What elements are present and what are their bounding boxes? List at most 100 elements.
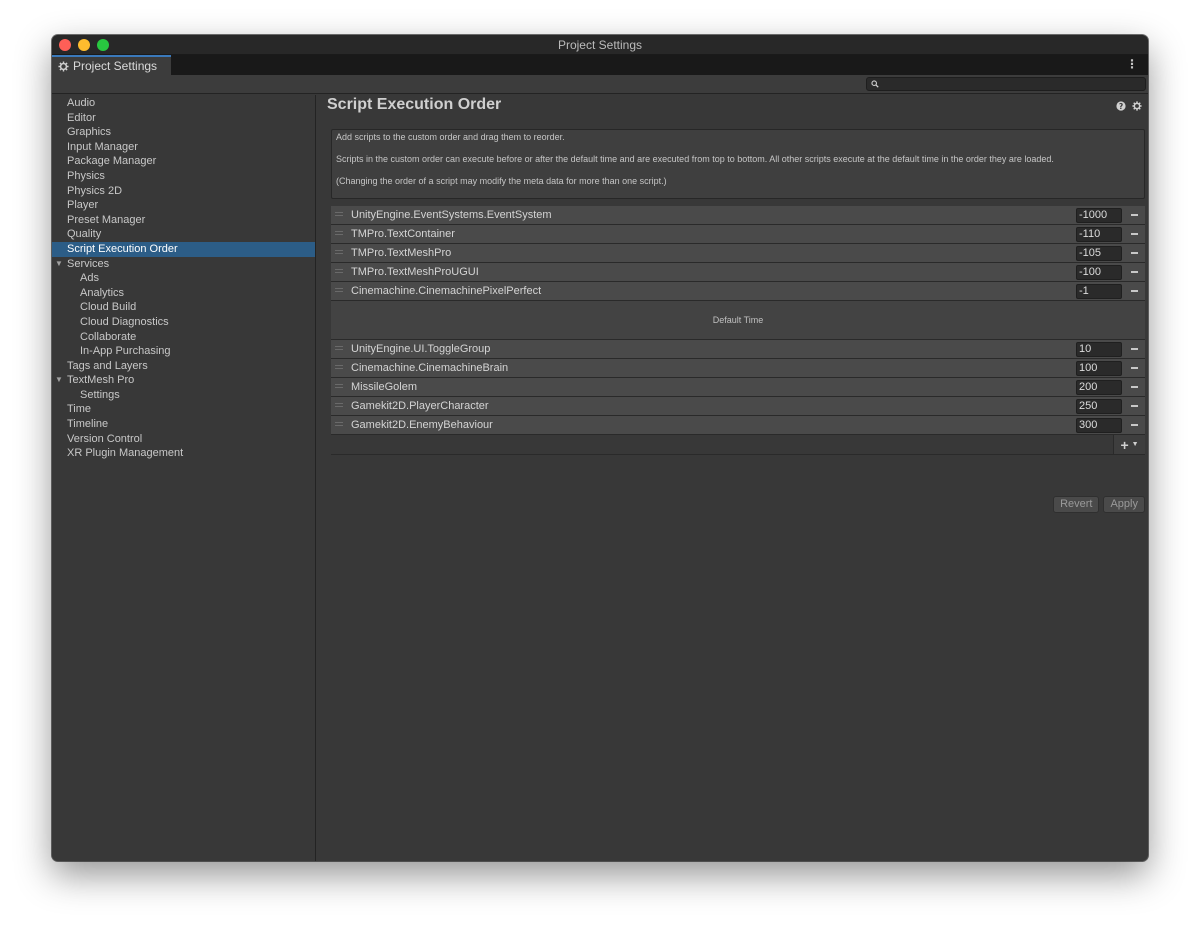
- sidebar-item-physics[interactable]: Physics: [52, 169, 315, 184]
- close-window-button[interactable]: [59, 39, 71, 51]
- window-controls: [59, 39, 109, 51]
- kebab-menu-icon[interactable]: ⋮: [1126, 57, 1138, 71]
- minus-icon[interactable]: [1131, 252, 1138, 254]
- expand-triangle-icon[interactable]: ▼: [55, 373, 63, 388]
- execution-order-field[interactable]: -110: [1076, 227, 1122, 242]
- execution-order-field[interactable]: 250: [1076, 399, 1122, 414]
- script-row[interactable]: UnityEngine.EventSystems.EventSystem -10…: [331, 206, 1145, 225]
- sidebar-item-cloud-build[interactable]: Cloud Build: [52, 300, 315, 315]
- script-row[interactable]: Cinemachine.CinemachineBrain 100: [331, 359, 1145, 378]
- search-bar: [52, 75, 1148, 94]
- sidebar-item-input-manager[interactable]: Input Manager: [52, 140, 315, 155]
- page-title: Script Execution Order: [327, 96, 502, 113]
- sidebar-item-textmesh-settings[interactable]: Settings: [52, 388, 315, 403]
- sidebar-item-tags-and-layers[interactable]: Tags and Layers: [52, 359, 315, 374]
- drag-handle-icon[interactable]: [335, 384, 343, 390]
- default-time-label: Default Time: [712, 315, 764, 325]
- minimize-window-button[interactable]: [78, 39, 90, 51]
- drag-handle-icon[interactable]: [335, 212, 343, 218]
- drag-handle-icon[interactable]: [335, 269, 343, 275]
- sidebar-item-version-control[interactable]: Version Control: [52, 432, 315, 447]
- minus-icon[interactable]: [1131, 424, 1138, 426]
- drag-handle-icon[interactable]: [335, 288, 343, 294]
- script-name: UnityEngine.UI.ToggleGroup: [351, 343, 491, 355]
- default-time-divider: Default Time: [331, 301, 1145, 340]
- script-row[interactable]: TMPro.TextContainer -110: [331, 225, 1145, 244]
- header-icons: ?: [1116, 101, 1142, 111]
- execution-order-field[interactable]: -1000: [1076, 208, 1122, 223]
- search-input[interactable]: [881, 78, 1143, 90]
- drag-handle-icon[interactable]: [335, 422, 343, 428]
- sidebar-item-editor[interactable]: Editor: [52, 111, 315, 126]
- sidebar-item-textmesh-pro[interactable]: ▼ TextMesh Pro: [52, 373, 315, 388]
- minus-icon[interactable]: [1131, 214, 1138, 216]
- script-row[interactable]: MissileGolem 200: [331, 378, 1145, 397]
- execution-order-field[interactable]: 300: [1076, 418, 1122, 433]
- script-name: Cinemachine.CinemachineBrain: [351, 362, 509, 374]
- tab-project-settings[interactable]: Project Settings: [52, 55, 172, 75]
- script-name: MissileGolem: [351, 381, 418, 393]
- sidebar-item-time[interactable]: Time: [52, 402, 315, 417]
- script-row[interactable]: TMPro.TextMeshProUGUI -100: [331, 263, 1145, 282]
- gear-icon[interactable]: [1132, 101, 1142, 111]
- script-name: TMPro.TextContainer: [351, 228, 455, 240]
- sidebar-item-ads[interactable]: Ads: [52, 271, 315, 286]
- drag-handle-icon[interactable]: [335, 250, 343, 256]
- settings-sidebar: Audio Editor Graphics Input Manager Pack…: [52, 95, 316, 861]
- sidebar-item-xr-plugin-management[interactable]: XR Plugin Management: [52, 446, 315, 461]
- script-row[interactable]: TMPro.TextMeshPro -105: [331, 244, 1145, 263]
- help-text-line: Scripts in the custom order can execute …: [336, 154, 1054, 164]
- sidebar-item-graphics[interactable]: Graphics: [52, 125, 315, 140]
- sidebar-item-quality[interactable]: Quality: [52, 227, 315, 242]
- script-name: Gamekit2D.EnemyBehaviour: [351, 419, 493, 431]
- sidebar-item-in-app-purchasing[interactable]: In-App Purchasing: [52, 344, 315, 359]
- window-title: Project Settings: [557, 37, 643, 52]
- execution-order-field[interactable]: 10: [1076, 342, 1122, 357]
- search-field[interactable]: [866, 77, 1146, 91]
- minus-icon[interactable]: [1131, 271, 1138, 273]
- execution-order-list: UnityEngine.EventSystems.EventSystem -10…: [331, 206, 1145, 455]
- script-row[interactable]: Cinemachine.CinemachinePixelPerfect -1: [331, 282, 1145, 301]
- revert-button[interactable]: Revert: [1053, 496, 1100, 513]
- sidebar-item-collaborate[interactable]: Collaborate: [52, 330, 315, 345]
- zoom-window-button[interactable]: [97, 39, 109, 51]
- plus-icon: +: [1120, 436, 1129, 453]
- minus-icon[interactable]: [1131, 405, 1138, 407]
- script-name: TMPro.TextMeshPro: [351, 247, 452, 259]
- sidebar-item-physics-2d[interactable]: Physics 2D: [52, 184, 315, 199]
- minus-icon[interactable]: [1131, 233, 1138, 235]
- sidebar-item-cloud-diagnostics[interactable]: Cloud Diagnostics: [52, 315, 315, 330]
- minus-icon[interactable]: [1131, 290, 1138, 292]
- sidebar-item-preset-manager[interactable]: Preset Manager: [52, 213, 315, 228]
- help-box: Add scripts to the custom order and drag…: [331, 129, 1145, 199]
- script-row[interactable]: UnityEngine.UI.ToggleGroup 10: [331, 340, 1145, 359]
- execution-order-field[interactable]: -100: [1076, 265, 1122, 280]
- minus-icon[interactable]: [1131, 348, 1138, 350]
- execution-order-field[interactable]: -105: [1076, 246, 1122, 261]
- execution-order-field[interactable]: -1: [1076, 284, 1122, 299]
- script-name: UnityEngine.EventSystems.EventSystem: [351, 209, 552, 221]
- execution-order-field[interactable]: 200: [1076, 380, 1122, 395]
- sidebar-item-player[interactable]: Player: [52, 198, 315, 213]
- sidebar-item-timeline[interactable]: Timeline: [52, 417, 315, 432]
- sidebar-item-services[interactable]: ▼ Services: [52, 257, 315, 272]
- script-name: TMPro.TextMeshProUGUI: [351, 266, 479, 278]
- drag-handle-icon[interactable]: [335, 346, 343, 352]
- minus-icon[interactable]: [1131, 367, 1138, 369]
- expand-triangle-icon[interactable]: ▼: [55, 257, 63, 272]
- sidebar-item-script-execution-order[interactable]: Script Execution Order: [52, 241, 315, 257]
- list-footer: + ▼: [331, 435, 1145, 455]
- help-icon[interactable]: ?: [1116, 101, 1126, 111]
- script-row[interactable]: Gamekit2D.EnemyBehaviour 300: [331, 416, 1145, 435]
- apply-button[interactable]: Apply: [1103, 496, 1145, 513]
- add-script-button[interactable]: + ▼: [1113, 435, 1145, 454]
- drag-handle-icon[interactable]: [335, 403, 343, 409]
- sidebar-item-analytics[interactable]: Analytics: [52, 286, 315, 301]
- sidebar-item-package-manager[interactable]: Package Manager: [52, 154, 315, 169]
- drag-handle-icon[interactable]: [335, 365, 343, 371]
- execution-order-field[interactable]: 100: [1076, 361, 1122, 376]
- sidebar-item-audio[interactable]: Audio: [52, 96, 315, 111]
- script-row[interactable]: Gamekit2D.PlayerCharacter 250: [331, 397, 1145, 416]
- minus-icon[interactable]: [1131, 386, 1138, 388]
- drag-handle-icon[interactable]: [335, 231, 343, 237]
